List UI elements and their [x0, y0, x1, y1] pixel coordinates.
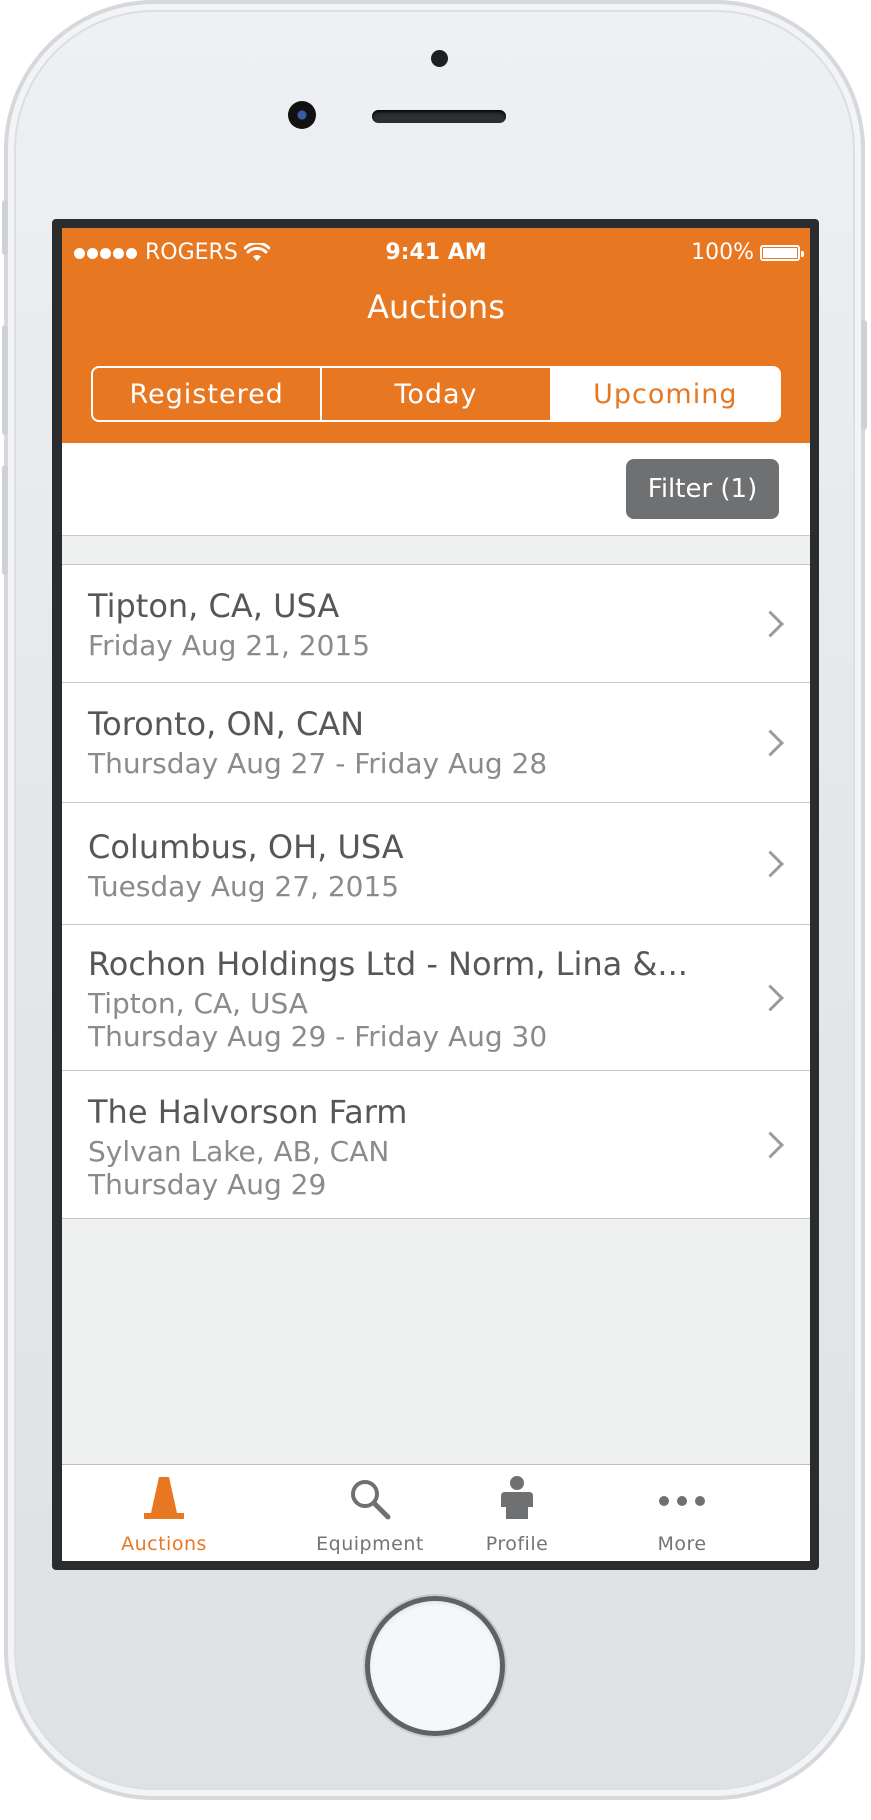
tab-bar: Auctions Equipment Profile More: [62, 1464, 810, 1561]
tab-auctions[interactable]: Auctions: [104, 1465, 224, 1561]
front-camera: [288, 101, 316, 129]
auction-title: Tipton, CA, USA: [88, 587, 340, 625]
earpiece-speaker: [372, 110, 506, 123]
filter-bar: Filter (1): [62, 443, 810, 536]
page-title: Auctions: [367, 288, 505, 326]
auction-title: Rochon Holdings Ltd - Norm, Lina &...: [88, 945, 688, 983]
tab-label: Equipment: [316, 1533, 424, 1555]
list-item[interactable]: Toronto, ON, CAN Thursday Aug 27 - Frida…: [62, 683, 810, 803]
segment-upcoming[interactable]: Upcoming: [551, 368, 779, 420]
proximity-sensor: [431, 50, 448, 67]
auction-location: Sylvan Lake, AB, CAN: [88, 1135, 390, 1168]
tab-equipment[interactable]: Equipment: [310, 1465, 430, 1561]
list-item[interactable]: Tipton, CA, USA Friday Aug 21, 2015: [62, 565, 810, 683]
auction-date: Thursday Aug 27 - Friday Aug 28: [88, 747, 548, 780]
navigation-bar: ROGERS 9:41 AM 100% Auctions Registered …: [62, 228, 810, 443]
tab-label: More: [657, 1533, 707, 1555]
volume-up-button: [2, 325, 8, 435]
tab-label: Auctions: [121, 1533, 207, 1555]
auction-date: Friday Aug 21, 2015: [88, 629, 371, 662]
auction-list: Tipton, CA, USA Friday Aug 21, 2015 Toro…: [62, 564, 810, 1219]
search-icon: [351, 1480, 391, 1520]
segmented-control: Registered Today Upcoming: [91, 366, 781, 422]
auction-date: Thursday Aug 29: [88, 1168, 327, 1201]
list-item[interactable]: Rochon Holdings Ltd - Norm, Lina &... Ti…: [62, 925, 810, 1071]
cone-icon: [144, 1477, 184, 1519]
auction-title: Toronto, ON, CAN: [88, 705, 365, 743]
tab-more[interactable]: More: [622, 1465, 742, 1561]
filter-button[interactable]: Filter (1): [626, 459, 779, 519]
status-bar: ROGERS 9:41 AM 100%: [62, 236, 810, 272]
auction-title: The Halvorson Farm: [88, 1093, 408, 1131]
tab-label: Profile: [485, 1533, 549, 1555]
chevron-right-icon: [757, 850, 784, 877]
volume-down-button: [2, 465, 8, 575]
battery-percent: 100%: [691, 240, 754, 265]
auction-date: Tuesday Aug 27, 2015: [88, 870, 400, 903]
auction-date: Thursday Aug 29 - Friday Aug 30: [88, 1020, 548, 1053]
power-button: [861, 320, 867, 430]
battery-icon: [760, 244, 804, 261]
chevron-right-icon: [757, 984, 784, 1011]
app-screen: ROGERS 9:41 AM 100% Auctions Registered …: [62, 228, 810, 1561]
list-item[interactable]: Columbus, OH, USA Tuesday Aug 27, 2015: [62, 803, 810, 925]
list-item[interactable]: The Halvorson Farm Sylvan Lake, AB, CAN …: [62, 1071, 810, 1218]
tab-profile[interactable]: Profile: [457, 1465, 577, 1561]
auction-title: Columbus, OH, USA: [88, 828, 404, 866]
home-button[interactable]: [370, 1601, 500, 1731]
chevron-right-icon: [757, 610, 784, 637]
chevron-right-icon: [757, 1131, 784, 1158]
more-icon: [659, 1496, 705, 1506]
segment-registered[interactable]: Registered: [93, 368, 323, 420]
mute-switch: [2, 200, 8, 255]
person-icon: [501, 1476, 533, 1519]
segment-today[interactable]: Today: [322, 368, 552, 420]
auction-location: Tipton, CA, USA: [88, 987, 308, 1020]
chevron-right-icon: [757, 729, 784, 756]
